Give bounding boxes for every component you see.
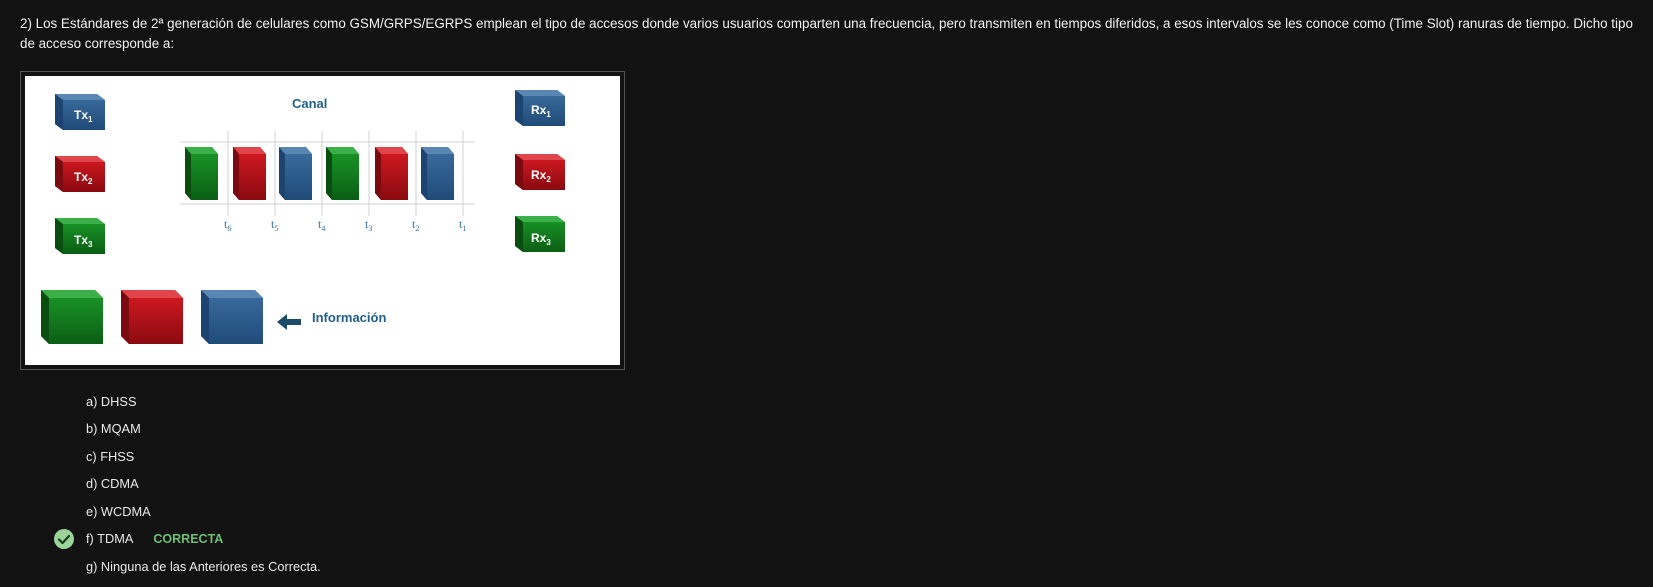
time-label-5: t5 xyxy=(271,217,278,233)
option-e[interactable]: e) WCDMA xyxy=(86,502,151,522)
info-label: Información xyxy=(312,310,386,325)
option-c-label: c) FHSS xyxy=(86,449,135,464)
time-slot-3 xyxy=(326,147,359,200)
option-g[interactable]: g) Ninguna de las Anteriores es Correcta… xyxy=(86,557,321,577)
time-slot-1 xyxy=(421,147,454,200)
tx-box-1: Tx1 xyxy=(55,94,105,130)
option-f-label: f) TDMA xyxy=(86,531,134,546)
option-e-label: e) WCDMA xyxy=(86,504,151,519)
time-label-4: t4 xyxy=(318,217,325,233)
figure-frame: Tx1 Tx2 Tx3 Rx1 Rx2 Rx3 Canal t6 t5 t4 t… xyxy=(20,71,625,370)
option-a[interactable]: a) DHSS xyxy=(86,392,137,412)
time-slot-6 xyxy=(185,147,218,200)
option-a-label: a) DHSS xyxy=(86,394,137,409)
tdma-diagram: Tx1 Tx2 Tx3 Rx1 Rx2 Rx3 Canal t6 t5 t4 t… xyxy=(25,76,620,365)
question-text: 2) Los Estándares de 2ª generación de ce… xyxy=(20,16,1633,51)
info-box-blue xyxy=(201,290,263,344)
time-slot-4 xyxy=(279,147,312,200)
time-label-6: t6 xyxy=(224,217,231,233)
time-label-2: t2 xyxy=(412,217,419,233)
option-g-label: g) Ninguna de las Anteriores es Correcta… xyxy=(86,559,321,574)
check-circle-icon xyxy=(54,529,74,549)
tx-box-2: Tx2 xyxy=(55,156,105,192)
tx-box-3: Tx3 xyxy=(55,218,105,254)
option-b-label: b) MQAM xyxy=(86,421,141,436)
option-d[interactable]: d) CDMA xyxy=(86,474,139,494)
time-label-3: t3 xyxy=(365,217,372,233)
rx-box-1: Rx1 xyxy=(515,90,565,126)
info-box-green xyxy=(41,290,103,344)
time-slot-5 xyxy=(233,147,266,200)
time-slot-2 xyxy=(375,147,408,200)
option-b[interactable]: b) MQAM xyxy=(86,419,141,439)
rx-box-2: Rx2 xyxy=(515,154,565,190)
correct-badge: CORRECTA xyxy=(153,532,224,546)
option-d-label: d) CDMA xyxy=(86,476,139,491)
option-f[interactable]: f) TDMA CORRECTA xyxy=(54,529,224,549)
time-label-1: t1 xyxy=(459,217,466,233)
option-c[interactable]: c) FHSS xyxy=(86,447,134,467)
rx-box-3: Rx3 xyxy=(515,216,565,252)
channel-label: Canal xyxy=(292,96,327,111)
arrow-left-icon xyxy=(277,314,301,330)
info-box-red xyxy=(121,290,183,344)
